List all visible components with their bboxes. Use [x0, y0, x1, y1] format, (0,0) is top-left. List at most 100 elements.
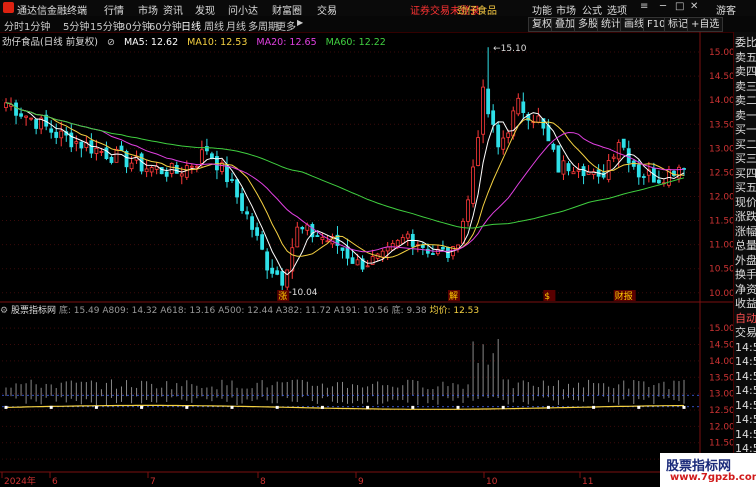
candle-body — [395, 240, 400, 247]
menu-jiaoyi[interactable]: 交易 — [317, 2, 337, 17]
candle-body — [255, 227, 260, 236]
restore-icon[interactable]: □ — [675, 1, 684, 12]
ma60-line — [5, 102, 685, 229]
candle-body — [466, 199, 470, 222]
candle-body — [546, 125, 551, 142]
candle-body — [270, 267, 275, 274]
side-panel-item[interactable]: 现价 — [735, 196, 756, 209]
close-icon[interactable]: ✕ — [690, 1, 698, 12]
tab-1min[interactable]: 1分钟 — [24, 18, 50, 33]
side-panel-item[interactable]: 换手 — [735, 268, 756, 281]
menu-gongneng[interactable]: 功能 — [532, 2, 552, 17]
side-panel-item[interactable]: 交易 — [735, 326, 756, 339]
candle-body — [350, 257, 355, 264]
side-panel-item[interactable]: 收益 — [735, 297, 756, 310]
add-watchlist-button[interactable]: +自选 — [687, 17, 724, 32]
side-panel-item[interactable]: 卖四 — [735, 65, 756, 78]
menu-shichang-right[interactable]: 市场 — [556, 2, 576, 17]
candle-body — [551, 143, 556, 150]
side-panel-item[interactable]: 自动 — [735, 312, 756, 325]
candle-body — [511, 110, 516, 137]
sub-tick-label: 14.00 — [709, 357, 733, 367]
side-panel-item[interactable]: 14:56 — [735, 428, 756, 441]
tab-daily[interactable]: 日线 — [181, 18, 201, 33]
menu-faxian[interactable]: 发现 — [195, 2, 215, 17]
candle-body — [260, 234, 265, 250]
candle-body — [626, 148, 631, 164]
side-panel-item[interactable]: 卖二 — [735, 94, 756, 107]
candle-body — [24, 115, 28, 118]
stock-name: 劲仔食品 — [457, 6, 497, 17]
tab-30min[interactable]: 30分钟 — [119, 18, 152, 33]
tab-15min[interactable]: 15分钟 — [90, 18, 123, 33]
side-panel-item[interactable]: 净资 — [735, 283, 756, 296]
price-tick-label: 13.00 — [709, 144, 733, 154]
minimize-icon[interactable]: ─ — [660, 1, 666, 12]
side-panel-item[interactable]: 14:56 — [735, 370, 756, 383]
side-panel-item[interactable]: 买一 — [735, 123, 756, 136]
subpanel-title[interactable]: 股票指标网 — [11, 306, 56, 316]
user-label[interactable]: 游客 — [716, 2, 736, 17]
side-panel-item[interactable]: 14:56 — [735, 355, 756, 368]
tab-60min[interactable]: 60分钟 — [149, 18, 182, 33]
event-marker-label: 涨 — [278, 291, 287, 302]
chevron-right-icon[interactable]: ▶ — [297, 18, 303, 27]
candle-body — [576, 169, 581, 172]
candle-body — [119, 145, 124, 152]
menu-gongshi[interactable]: 公式 — [582, 2, 602, 17]
candle-body — [210, 153, 214, 159]
time-tick-label: 6 — [52, 477, 58, 487]
side-panel-item[interactable]: 委比 — [735, 36, 756, 49]
side-panel-item[interactable]: 14:56 — [735, 384, 756, 397]
side-panel-item[interactable]: 14:56 — [735, 413, 756, 426]
candle-body — [365, 265, 370, 268]
sub-marker-dot — [185, 405, 189, 409]
candle-body — [74, 141, 79, 144]
menu-icon[interactable]: ≡ — [640, 1, 648, 12]
side-panel-item[interactable]: 总量 — [735, 239, 756, 252]
tab-monthly[interactable]: 月线 — [226, 18, 246, 33]
tab-5min[interactable]: 5分钟 — [63, 18, 89, 33]
side-panel-item[interactable]: 14:56 — [735, 399, 756, 412]
candle-body — [385, 246, 390, 252]
side-panel-item[interactable]: 外盘 — [735, 254, 756, 267]
time-tick-label: 10 — [486, 477, 498, 487]
side-panel-item[interactable]: 涨幅 — [735, 225, 756, 238]
side-panel-item[interactable]: 14:50 — [735, 341, 756, 354]
subpanel-gear-icon[interactable]: ⚙ — [0, 306, 8, 316]
sub-marker-dot — [49, 405, 53, 409]
side-panel-item[interactable]: 卖一 — [735, 109, 756, 122]
candle-body — [441, 246, 445, 250]
candle-body — [19, 113, 23, 117]
candle-body — [420, 244, 425, 248]
menu-wenxiaoda[interactable]: 问小达 — [228, 2, 258, 17]
menu-shichang[interactable]: 市场 — [138, 2, 158, 17]
event-marker-label: 财报 — [615, 290, 633, 302]
tab-multi-period[interactable]: 多周期 — [248, 18, 278, 33]
menu-zixun[interactable]: 资讯 — [163, 2, 183, 17]
side-panel-item[interactable]: 买五 — [735, 181, 756, 194]
candle-body — [616, 142, 621, 160]
side-panel-item[interactable]: 卖三 — [735, 80, 756, 93]
side-panel-item[interactable]: 涨跌 — [735, 210, 756, 223]
moving-average-lines — [5, 102, 685, 276]
legend-expand-icon[interactable]: ⊘ — [107, 37, 115, 48]
candle-body — [29, 117, 34, 120]
sub-marker-dot — [230, 405, 234, 409]
candle-body — [355, 259, 360, 266]
tab-fenshi[interactable]: 分时 — [4, 18, 24, 33]
side-panel-item[interactable]: 买二 — [735, 138, 756, 151]
kline-chart[interactable]: 15.00 14.50 14.00 13.50 13.00 12.50 12.00 11.50… — [0, 32, 733, 487]
menu-caifuquan[interactable]: 财富圈 — [272, 2, 302, 17]
side-panel-item[interactable]: 买四 — [735, 167, 756, 180]
sub-tick-label: 11.50 — [709, 439, 733, 449]
tab-more[interactable]: 更多 — [276, 18, 296, 33]
sub-marker-dot — [366, 405, 370, 409]
menu-hangqing[interactable]: 行情 — [104, 2, 124, 17]
sub-avg-line — [5, 404, 685, 410]
side-panel-item[interactable]: 卖五 — [735, 51, 756, 64]
tab-weekly[interactable]: 周线 — [204, 18, 224, 33]
app-name: 通达信金融终端 — [17, 6, 87, 17]
side-panel-item[interactable]: 买三 — [735, 152, 756, 165]
menu-xuanxiang[interactable]: 选项 — [607, 2, 627, 17]
